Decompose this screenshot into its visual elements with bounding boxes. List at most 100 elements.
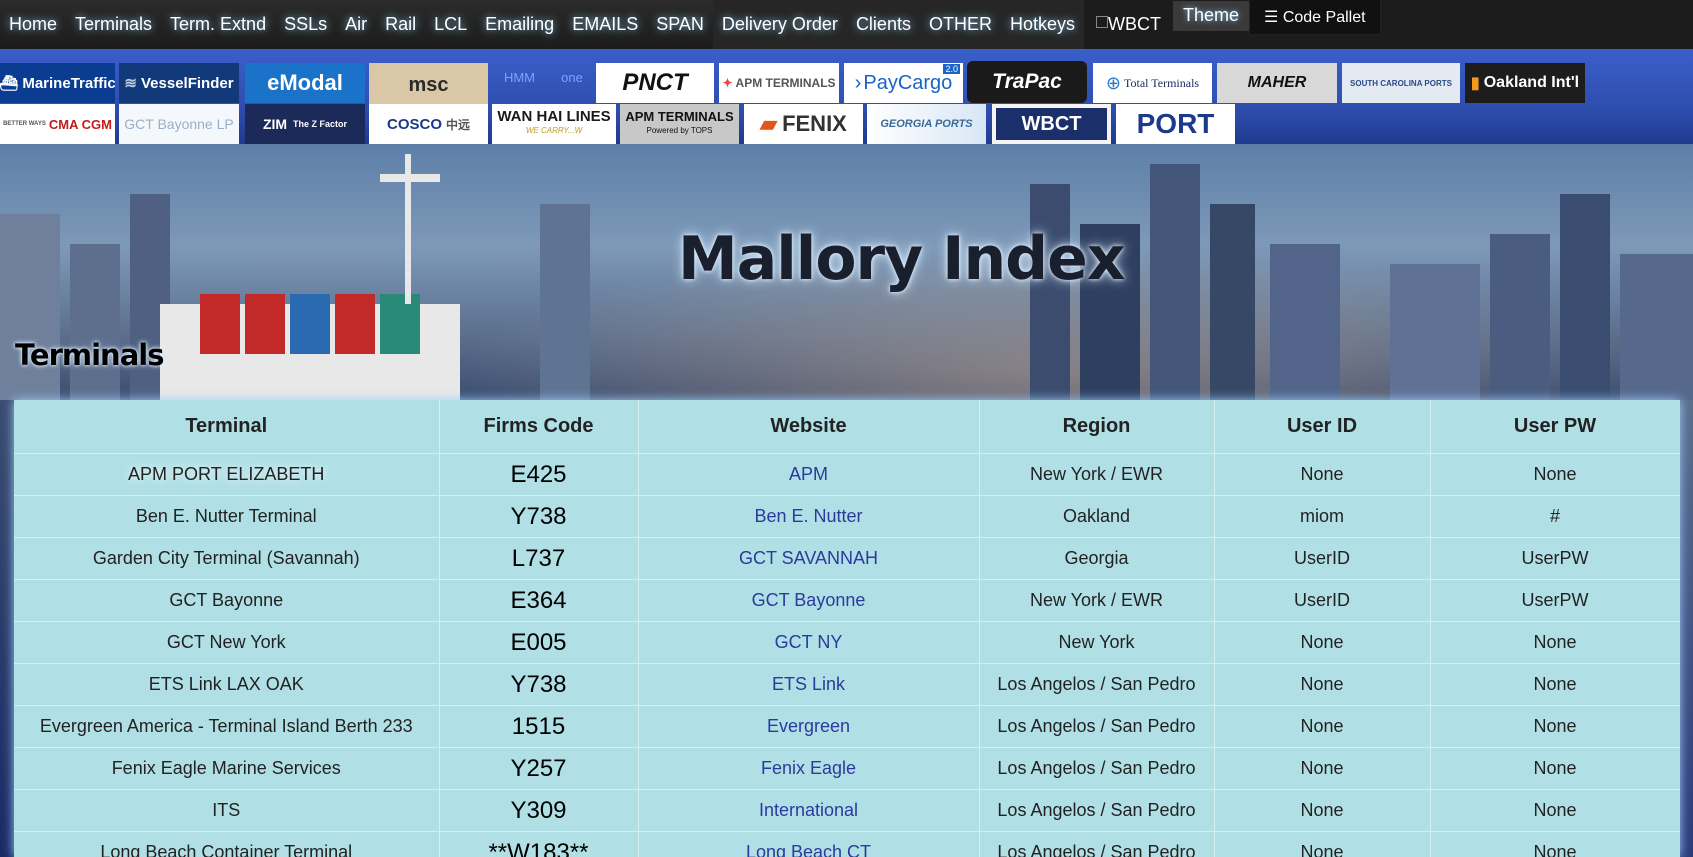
left-edge — [0, 400, 14, 857]
emodal-logo[interactable]: eModal — [245, 63, 365, 103]
oakland-logo[interactable]: ▮ Oakland Int'l — [1465, 63, 1585, 103]
cell-website: GCT Bayonne — [638, 579, 980, 622]
cell-user-pw: None — [1430, 621, 1680, 664]
nav-terminals[interactable]: Terminals — [66, 0, 162, 49]
paycargo-logo[interactable]: › PayCargo 2.0 — [844, 63, 963, 103]
msc-logo[interactable]: msc — [369, 63, 488, 107]
cosco-logo[interactable]: COSCO 中远 — [369, 104, 488, 144]
cell-firms-code: E364 — [439, 579, 639, 622]
code-pallet-button[interactable]: ☰ Code Pallet — [1249, 0, 1381, 35]
hero-banner: Mallory Index — [0, 144, 1693, 400]
gct-bayonne-logo[interactable]: GCT Bayonne LP — [119, 104, 239, 144]
col-header-terminal[interactable]: Terminal — [14, 400, 440, 454]
wanhai-logo[interactable]: WAN HAI LINES WE CARRY...W — [492, 104, 616, 144]
col-header-user-id[interactable]: User ID — [1214, 400, 1431, 454]
website-link[interactable]: Ben E. Nutter — [754, 506, 862, 526]
zim-logo[interactable]: ZIM The Z Factor — [245, 104, 365, 144]
wanhai-tag: WE CARRY...W — [525, 126, 583, 135]
nav-clients[interactable]: Clients — [846, 0, 920, 49]
cell-terminal: Ben E. Nutter Terminal — [14, 495, 440, 538]
nav-ssls[interactable]: SSLs — [275, 0, 337, 49]
col-header-website[interactable]: Website — [638, 400, 980, 454]
georgia-ports-logo[interactable]: GEORGIA PORTS — [867, 104, 986, 144]
cell-terminal: GCT New York — [14, 621, 440, 664]
cell-website: APM — [638, 453, 980, 496]
fenix-logo[interactable]: ▰ FENIX — [744, 104, 863, 144]
one-logo-broken[interactable]: one — [551, 67, 593, 87]
cell-user-id: None — [1214, 453, 1431, 496]
marinetraffic-logo[interactable]: ⛴ MarineTraffic — [0, 63, 115, 103]
table-row: Long Beach Container Terminal **W183** L… — [14, 831, 1680, 857]
sc-ports-logo[interactable]: SOUTH CAROLINA PORTS — [1342, 63, 1460, 103]
nav-rail[interactable]: Rail — [376, 0, 426, 49]
cell-user-id: None — [1214, 747, 1431, 790]
wave-icon: ≋ — [124, 75, 137, 92]
website-link[interactable]: ETS Link — [772, 674, 845, 694]
website-link[interactable]: Evergreen — [767, 716, 850, 736]
col-header-user-pw[interactable]: User PW — [1430, 400, 1680, 454]
wbct-broken-image[interactable]: WBCT — [1096, 14, 1161, 35]
vesselfinder-logo[interactable]: ≋ VesselFinder — [119, 63, 239, 103]
section-title-terminals: Terminals — [15, 338, 164, 372]
pnct-logo[interactable]: PNCT — [596, 63, 714, 103]
cell-user-pw: None — [1430, 705, 1680, 748]
website-link[interactable]: Fenix Eagle — [761, 758, 856, 778]
apm-tops-logo[interactable]: APM TERMINALS Powered by TOPS — [620, 104, 739, 144]
cell-firms-code: E425 — [439, 453, 639, 496]
cell-region: Georgia — [979, 537, 1215, 580]
trapac-logo[interactable]: TraPac — [967, 61, 1087, 103]
cell-terminal: APM PORT ELIZABETH — [14, 453, 440, 496]
nav-air[interactable]: Air — [336, 0, 377, 49]
total-terminals-logo[interactable]: ⊕ Total Terminals — [1093, 63, 1212, 103]
website-link[interactable]: International — [759, 800, 858, 820]
nav-hotkeys[interactable]: Hotkeys — [1000, 0, 1084, 49]
nav-term-extnd[interactable]: Term. Extnd — [161, 0, 276, 49]
cell-region: Los Angelos / San Pedro — [979, 789, 1215, 832]
ship-icon: ⛴ — [0, 75, 19, 92]
apm-terminals-logo[interactable]: ✦ APM TERMINALS — [719, 63, 839, 103]
website-link[interactable]: APM — [789, 464, 828, 484]
cell-terminal: GCT Bayonne — [14, 579, 440, 622]
cell-firms-code: L737 — [439, 537, 639, 580]
cell-user-id: None — [1214, 621, 1431, 664]
col-header-region[interactable]: Region — [979, 400, 1215, 454]
nav-lcl[interactable]: LCL — [425, 0, 477, 49]
cell-website: Evergreen — [638, 705, 980, 748]
bars-icon: ▮ — [1470, 75, 1480, 92]
apm-star-icon: ✦ — [722, 76, 733, 90]
nav-home[interactable]: Home — [0, 0, 67, 49]
cell-user-pw: None — [1430, 663, 1680, 706]
cmacgm-tag: BETTER WAYS — [3, 121, 46, 127]
cell-website: Ben E. Nutter — [638, 495, 980, 538]
nav-emails[interactable]: EMAILS — [563, 0, 648, 49]
website-link[interactable]: GCT Bayonne — [752, 590, 866, 610]
cell-user-pw: UserPW — [1430, 537, 1680, 580]
maher-logo[interactable]: MAHER — [1217, 63, 1337, 103]
website-link[interactable]: GCT NY — [775, 632, 843, 652]
terminals-table-container: Terminal Firms Code Website Region User … — [14, 400, 1680, 857]
fenix-stripes-icon: ▰ — [760, 111, 778, 136]
terminals-table: Terminal Firms Code Website Region User … — [14, 400, 1680, 857]
cmacgm-logo[interactable]: BETTER WAYS CMA CGM — [0, 104, 115, 144]
website-link[interactable]: Long Beach CT — [746, 842, 871, 857]
cell-user-pw: UserPW — [1430, 579, 1680, 622]
cell-user-id: None — [1214, 831, 1431, 857]
hmm-logo-broken[interactable]: HMM — [492, 67, 547, 87]
port-go-logo[interactable]: PORT — [1116, 104, 1235, 144]
cell-user-id: None — [1214, 663, 1431, 706]
cell-user-pw: None — [1430, 747, 1680, 790]
cell-region: Oakland — [979, 495, 1215, 538]
nav-delivery-order[interactable]: Delivery Order — [712, 0, 847, 49]
paycargo-version: 2.0 — [943, 64, 960, 74]
wbct-logo[interactable]: WBCT — [992, 104, 1111, 144]
nav-span[interactable]: SPAN — [647, 0, 713, 49]
nav-other[interactable]: OTHER — [919, 0, 1001, 49]
theme-button[interactable]: Theme — [1173, 0, 1250, 31]
apm-tops-tag: Powered by TOPS — [646, 126, 713, 135]
cell-user-id: UserID — [1214, 537, 1431, 580]
website-link[interactable]: GCT SAVANNAH — [739, 548, 878, 568]
right-edge — [1680, 400, 1693, 857]
nav-emailing[interactable]: Emailing — [476, 0, 564, 49]
table-row: ETS Link LAX OAK Y738 ETS Link Los Angel… — [14, 663, 1680, 706]
col-header-firms-code[interactable]: Firms Code — [439, 400, 639, 454]
